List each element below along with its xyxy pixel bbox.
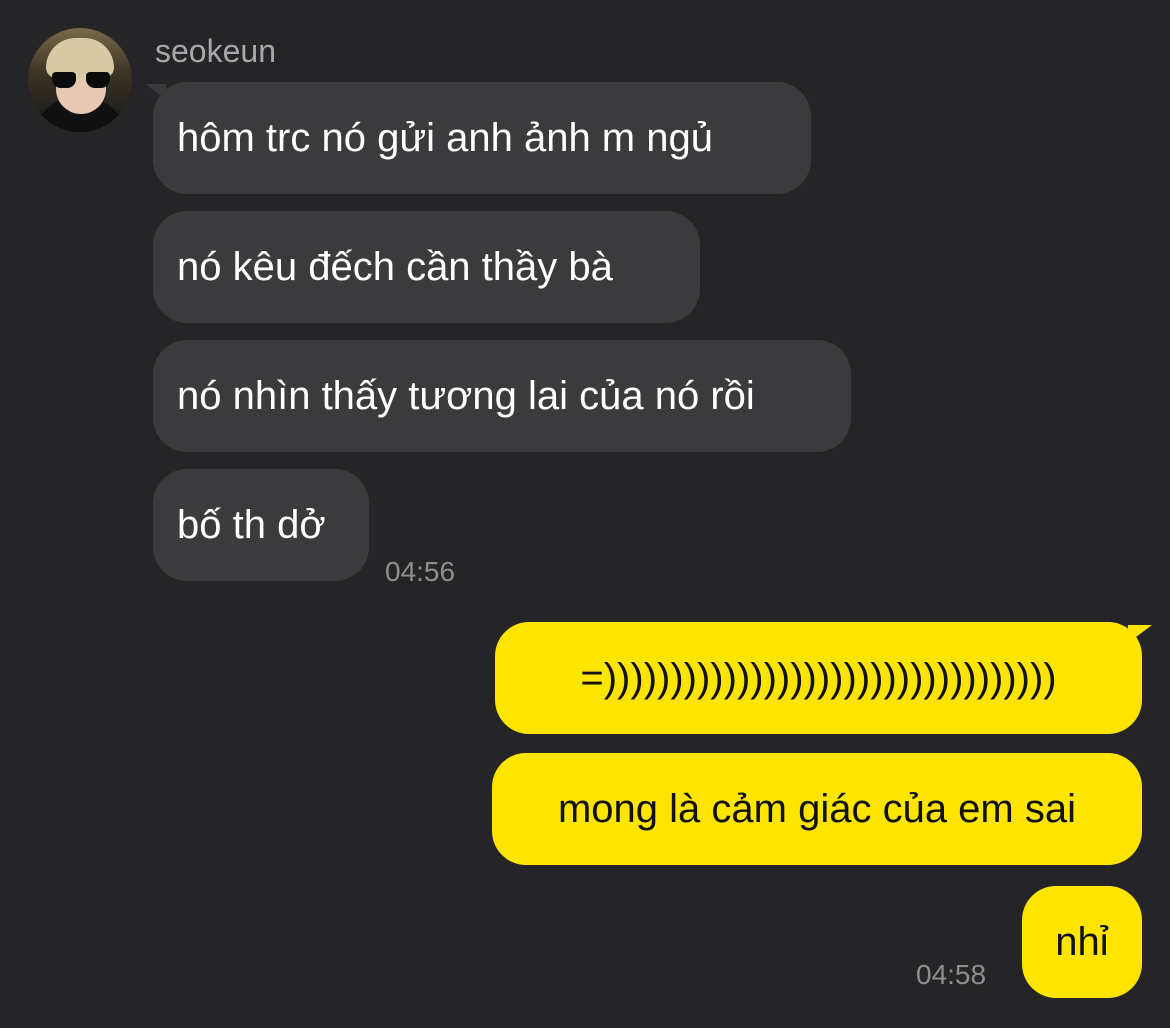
incoming-message-bubble[interactable]: nó kêu đếch cần thầy bà <box>153 211 700 323</box>
outgoing-message-bubble[interactable]: nhỉ <box>1022 886 1142 998</box>
incoming-message-bubble[interactable]: bố th dở <box>153 469 369 581</box>
incoming-message-bubble[interactable]: hôm trc nó gửi anh ảnh m ngủ <box>153 82 811 194</box>
outgoing-message-bubble[interactable]: =)))))))))))))))))))))))))))))))))) <box>495 622 1142 734</box>
avatar-sunglasses <box>52 72 110 88</box>
chat-window: seokeun hôm trc nó gửi anh ảnh m ngủ nó … <box>0 0 1170 1028</box>
outgoing-timestamp: 04:58 <box>916 959 987 990</box>
outgoing-message-bubble[interactable]: mong là cảm giác của em sai <box>492 753 1142 865</box>
incoming-message-bubble[interactable]: nó nhìn thấy tương lai của nó rồi <box>153 340 851 452</box>
sender-avatar[interactable] <box>28 28 132 132</box>
sender-name: seokeun <box>155 33 276 69</box>
incoming-timestamp: 04:56 <box>385 556 456 587</box>
